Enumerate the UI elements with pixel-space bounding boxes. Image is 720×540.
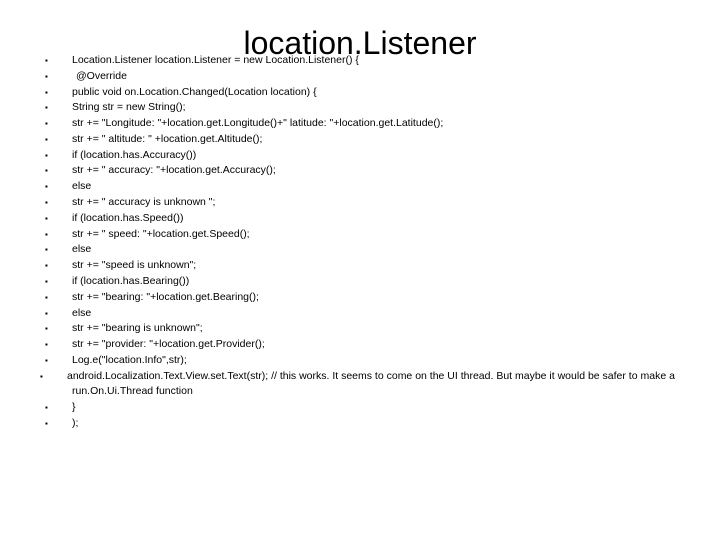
slide: location.Listener ▪ Location.Listener loc… (0, 0, 720, 540)
list-item: ▪ else (0, 179, 720, 195)
code-line-text: Log.e("location.Info",str); (72, 353, 187, 366)
code-line-text: str += "Longitude: "+location.get.Longit… (72, 117, 444, 130)
code-line-text: str += " altitude: " +location.get.Altit… (72, 132, 263, 145)
bullet-icon: ▪ (45, 340, 48, 350)
bullet-icon: ▪ (40, 371, 43, 381)
code-line-text: else (72, 243, 92, 256)
code-line-text: android.Localization.Text.View.set.Text(… (67, 369, 678, 398)
list-item: ▪ android.Localization.Text.View.set.Text… (0, 369, 720, 401)
code-line-text: public void on.Location.Changed(Location… (72, 85, 317, 98)
list-item: ▪ str += "bearing is unknown"; (0, 321, 720, 337)
list-item: ▪ else (0, 242, 720, 258)
bullet-icon: ▪ (45, 308, 48, 318)
code-line-text: } (72, 401, 76, 414)
list-item: ▪ if (location.has.Bearing()) (0, 274, 720, 290)
bullet-icon: ▪ (45, 403, 48, 413)
bullet-icon: ▪ (45, 418, 48, 428)
list-item: ▪ else (0, 306, 720, 322)
list-item: ▪ Log.e("location.Info",str); (0, 353, 720, 369)
list-item: ▪ public void on.Location.Changed(Locatio… (0, 85, 720, 101)
list-item: ▪ str += " accuracy is unknown "; (0, 195, 720, 211)
code-line-text: @Override (76, 69, 127, 82)
list-item: ▪} (0, 400, 720, 416)
bullet-icon: ▪ (45, 87, 48, 97)
code-line-text: str += "bearing: "+location.get.Bearing(… (72, 290, 259, 303)
bullet-icon: ▪ (45, 276, 48, 286)
bullet-icon: ▪ (45, 261, 48, 271)
bullet-icon: ▪ (45, 150, 48, 160)
list-item: ▪ str += "bearing: "+location.get.Bearing… (0, 290, 720, 306)
list-item: ▪ String str = new String(); (0, 100, 720, 116)
code-line-text: String str = new String(); (72, 101, 186, 114)
code-line-text: if (location.has.Speed()) (72, 211, 184, 224)
code-line-text: if (location.has.Bearing()) (72, 274, 190, 287)
bullet-icon: ▪ (45, 229, 48, 239)
list-item: ▪ str += " altitude: " +location.get.Alti… (0, 132, 720, 148)
bullet-icon: ▪ (45, 245, 48, 255)
bullet-icon: ▪ (45, 119, 48, 129)
list-item: ▪ str += "provider: "+location.get.Provid… (0, 337, 720, 353)
bullet-icon: ▪ (45, 355, 48, 365)
bullet-icon: ▪ (45, 182, 48, 192)
bullet-icon: ▪ (45, 198, 48, 208)
code-line-text: Location.Listener location.Listener = ne… (72, 54, 359, 66)
bullet-icon: ▪ (45, 324, 48, 334)
code-line-text: str += " accuracy is unknown "; (72, 196, 216, 209)
list-item: ▪ Location.Listener location.Listener = n… (0, 53, 720, 69)
code-line-text: ); (72, 416, 79, 429)
bullet-icon: ▪ (45, 166, 48, 176)
code-line-text: str += "bearing is unknown"; (72, 322, 203, 335)
code-line-text: if (location.has.Accuracy()) (72, 148, 197, 161)
bullet-icon: ▪ (45, 213, 48, 223)
code-line-text: else (72, 180, 92, 193)
bullet-icon: ▪ (45, 56, 48, 65)
bullet-icon: ▪ (45, 103, 48, 113)
code-line-text: str += " accuracy: "+location.get.Accura… (72, 164, 276, 177)
code-bullet-list: ▪ Location.Listener location.Listener = n… (0, 53, 720, 432)
code-line-text: else (72, 306, 92, 319)
list-item: ▪); (0, 416, 720, 432)
bullet-icon: ▪ (45, 292, 48, 302)
code-line-text: str += "provider: "+location.get.Provide… (72, 338, 265, 351)
code-line-text: str += "speed is unknown"; (72, 259, 197, 272)
list-item: ▪ if (location.has.Accuracy()) (0, 148, 720, 164)
bullet-icon: ▪ (45, 134, 48, 144)
list-item: ▪ if (location.has.Speed()) (0, 211, 720, 227)
list-item: ▪ str += " speed: "+location.get.Speed(); (0, 227, 720, 243)
list-item: ▪ str += " accuracy: "+location.get.Accur… (0, 163, 720, 179)
list-item: ▪ @Override (0, 69, 720, 85)
code-line-text: str += " speed: "+location.get.Speed(); (72, 227, 250, 240)
list-item: ▪ str += "Longitude: "+location.get.Longi… (0, 116, 720, 132)
list-item: ▪ str += "speed is unknown"; (0, 258, 720, 274)
bullet-icon: ▪ (45, 71, 48, 81)
